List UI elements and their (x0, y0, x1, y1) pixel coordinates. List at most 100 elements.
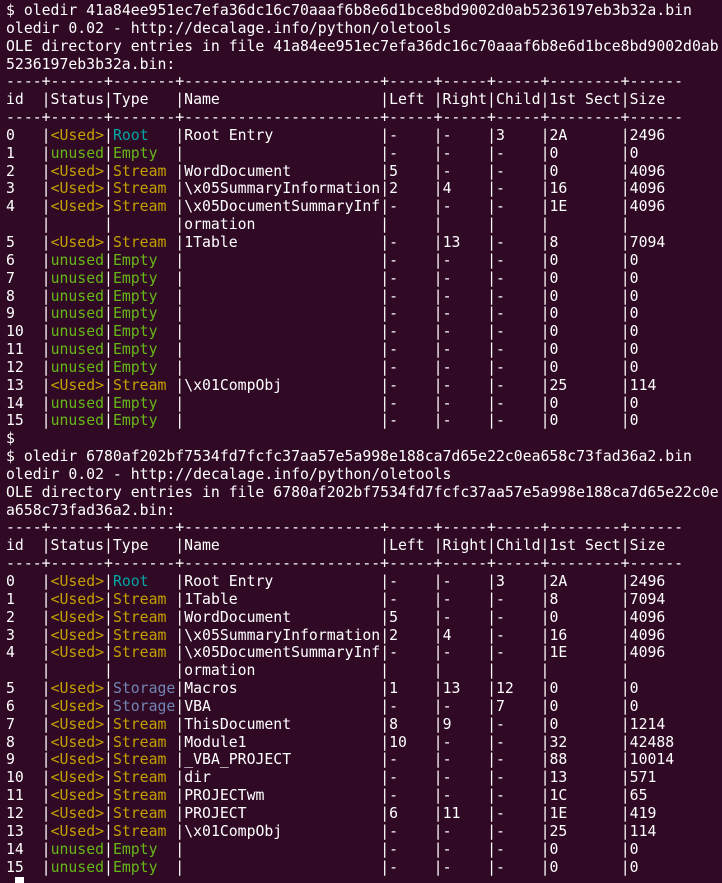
id-cell: 12 (6, 359, 42, 376)
info-line: OLE directory entries in file 6780af202b… (6, 484, 722, 502)
type-cell: Root (113, 127, 175, 144)
pipe: | (42, 787, 51, 804)
id-cell: 13 (6, 823, 42, 840)
pipe: | (175, 305, 184, 322)
terminal-output: $ oledir 41a84ee951ec7efa36dc16c70aaaf6b… (0, 0, 722, 883)
values-cell: |10 |- |- |32 |42488 (380, 734, 674, 751)
pipe: | (104, 145, 113, 162)
table-row: 14 |unused|Empty | |- |- |- |0 |0 (6, 841, 722, 859)
pipe: | (104, 859, 113, 876)
id-cell: 10 (6, 769, 42, 786)
pipe: | (42, 859, 51, 876)
type-cell: Stream (113, 377, 175, 394)
pipe: | (42, 180, 51, 197)
id-cell: 5 (6, 680, 42, 697)
name-cell: Root Entry (184, 573, 380, 590)
pipe: | (42, 412, 51, 429)
table-row: 2 |<Used>|Stream |WordDocument |5 |- |- … (6, 609, 722, 627)
info-line: 5236197eb3b32a.bin: (6, 56, 722, 74)
status-cell: <Used> (51, 627, 104, 644)
pipe: | (42, 627, 51, 644)
pipe: | (42, 252, 51, 269)
pipe: | (104, 698, 113, 715)
table-row: 0 |<Used>|Root |Root Entry |- |- |3 |2A … (6, 573, 722, 591)
values-cell: |- |- |- |0 |0 (380, 323, 638, 340)
pipe: | (175, 609, 184, 626)
type-cell: Empty (113, 305, 175, 322)
table-row: 5 |<Used>|Storage|Macros |1 |13 |12 |0 |… (6, 680, 722, 698)
pipe: | (175, 627, 184, 644)
type-cell: Empty (113, 270, 175, 287)
status-cell: <Used> (51, 769, 104, 786)
table-row: 12 |<Used>|Stream |PROJECT |6 |11 |- |1E… (6, 805, 722, 823)
type-cell: Empty (113, 323, 175, 340)
type-cell: Empty (113, 341, 175, 358)
id-cell: 14 (6, 395, 42, 412)
pipe: | (42, 734, 51, 751)
pipe: | (42, 288, 51, 305)
pipe: | (175, 323, 184, 340)
name-cell: PROJECTwm (184, 787, 380, 804)
name-cell (184, 288, 380, 305)
id-cell: 14 (6, 841, 42, 858)
pipe: | (175, 841, 184, 858)
info-text: OLE directory entries in file 41a84ee951… (6, 38, 719, 55)
pipe: | (42, 359, 51, 376)
values-cell: |8 |9 |- |0 |1214 (380, 716, 665, 733)
pipe: | (104, 841, 113, 858)
status-cell: <Used> (51, 377, 104, 394)
shell-prompt: $ (6, 448, 24, 465)
id-cell: 2 (6, 163, 42, 180)
type-cell: Stream (113, 180, 175, 197)
separator-text: ----+------+-------+--------------------… (6, 73, 683, 90)
id-cell: 3 (6, 627, 42, 644)
pipe: | (175, 680, 184, 697)
type-cell: Root (113, 573, 175, 590)
values-cell: |- |- |- |0 |0 (380, 859, 638, 876)
type-cell: Storage (113, 680, 175, 697)
name-cell: \x05SummaryInformation (184, 180, 380, 197)
type-cell: Stream (113, 787, 175, 804)
status-cell: unused (51, 145, 104, 162)
id-cell: 9 (6, 751, 42, 768)
pipe: | (42, 323, 51, 340)
id-cell: 7 (6, 716, 42, 733)
table-row: 3 |<Used>|Stream |\x05SummaryInformation… (6, 180, 722, 198)
name-cell: 1Table (184, 591, 380, 608)
table-row: 11 |<Used>|Stream |PROJECTwm |- |- |- |1… (6, 787, 722, 805)
pipe: | (42, 163, 51, 180)
status-cell: unused (51, 252, 104, 269)
id-cell: 8 (6, 288, 42, 305)
name-cell: VBA (184, 698, 380, 715)
table-row: 14 |unused|Empty | |- |- |- |0 |0 (6, 395, 722, 413)
status-cell: unused (51, 270, 104, 287)
name-cell: \x05DocumentSummaryInf (184, 644, 380, 661)
table-row: 10 |<Used>|Stream |dir |- |- |- |13 |571 (6, 769, 722, 787)
pipe: | (104, 751, 113, 768)
type-cell: Empty (113, 145, 175, 162)
pipe: | (42, 341, 51, 358)
pipe: | (175, 787, 184, 804)
status-cell: <Used> (51, 698, 104, 715)
table-row: 4 |<Used>|Stream |\x05DocumentSummaryInf… (6, 644, 722, 662)
values-cell: |- |- |- |1E |4096 (380, 644, 665, 661)
table-row: 13 |<Used>|Stream |\x01CompObj |- |- |- … (6, 377, 722, 395)
name-cell: ormation (184, 662, 380, 679)
pipe: | (104, 412, 113, 429)
cursor-indent (6, 876, 15, 883)
pipe: | (175, 644, 184, 661)
status-cell: unused (51, 859, 104, 876)
pipe: | (42, 591, 51, 608)
table-row: 6 |unused|Empty | |- |- |- |0 |0 (6, 252, 722, 270)
status-cell: unused (51, 341, 104, 358)
status-cell: <Used> (51, 644, 104, 661)
name-cell (184, 252, 380, 269)
command-text: oledir 41a84ee951ec7efa36dc16c70aaaf6b8e… (24, 2, 692, 19)
pipe: | (42, 198, 51, 215)
info-line: a658c73fad36a2.bin: (6, 502, 722, 520)
values-cell: |- |- |- |8 |7094 (380, 591, 665, 608)
command-line: $ oledir 41a84ee951ec7efa36dc16c70aaaf6b… (6, 2, 722, 20)
pipe: | (175, 163, 184, 180)
name-cell: ThisDocument (184, 716, 380, 733)
name-cell (184, 323, 380, 340)
